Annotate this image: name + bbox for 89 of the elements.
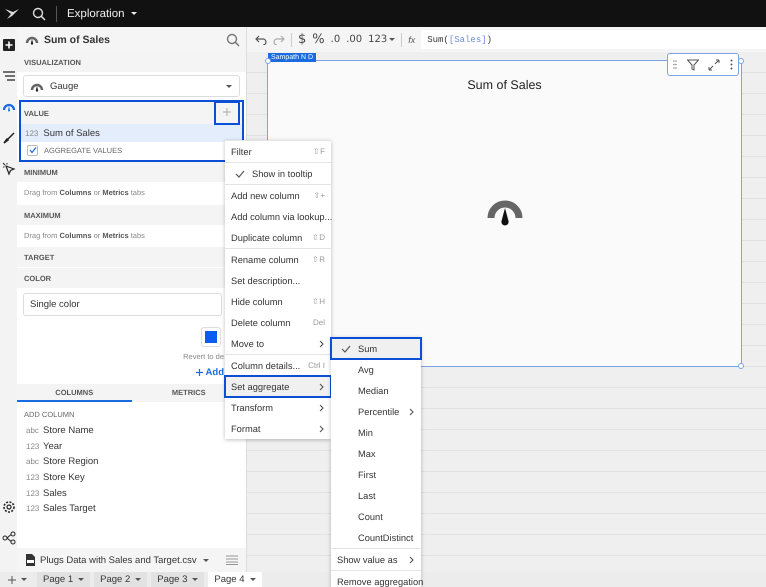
chart-title: Sum of Sales — [467, 78, 542, 92]
menu-item[interactable]: Remove aggregation — [331, 571, 421, 587]
workbook-mode-dropdown[interactable]: Exploration — [67, 8, 138, 20]
menu-item[interactable]: Rename column ⇧R — [225, 249, 331, 270]
drag-handle-icon[interactable] — [672, 60, 677, 69]
bird-logo-icon — [4, 6, 20, 20]
value-field-pill[interactable]: 123 Sum of Sales — [21, 124, 242, 142]
caret-icon — [202, 558, 210, 562]
page-tab[interactable]: Page 1 — [37, 572, 90, 587]
menu-item[interactable]: Median — [331, 380, 421, 401]
nodes-icon[interactable] — [2, 531, 16, 545]
increase-decimals-button[interactable]: .00 — [346, 34, 362, 45]
undo-icon[interactable] — [255, 34, 267, 44]
menu-item[interactable]: Max — [331, 443, 421, 464]
menu-item[interactable]: Last — [331, 485, 421, 506]
menu-item[interactable]: Min — [331, 422, 421, 443]
caret-icon — [21, 578, 27, 582]
menu-item[interactable]: Hide column ⇧H — [225, 291, 331, 312]
caret-icon — [135, 578, 142, 582]
csv-file-icon — [25, 554, 35, 566]
gauge-drawing — [486, 198, 522, 228]
caret-icon — [225, 84, 233, 88]
percent-button[interactable]: % — [312, 32, 325, 47]
menu-item[interactable]: Add new column ⇧+ — [225, 185, 331, 206]
chevron-right-icon — [319, 340, 325, 348]
column-item[interactable]: 123 Sales Target — [17, 500, 246, 517]
check-icon — [235, 168, 245, 178]
formula-label: fx — [408, 34, 416, 44]
menu-item[interactable]: First — [331, 464, 421, 485]
add-link[interactable]: Add — [196, 367, 224, 378]
column-item[interactable]: 123 Store Key — [17, 470, 246, 486]
aggregate-checkbox[interactable] — [27, 144, 38, 156]
menu-item[interactable]: Delete column Del — [225, 312, 331, 333]
plus-icon — [8, 576, 16, 584]
menu-item[interactable]: Percentile — [331, 401, 421, 422]
menu-item[interactable]: Show in tooltip — [225, 163, 331, 184]
caret-icon — [250, 578, 256, 582]
formula-field[interactable]: Sum([Sales]) — [421, 30, 766, 49]
menu-item[interactable]: Set description... — [225, 270, 331, 291]
chevron-right-icon — [319, 404, 325, 412]
gauge-icon — [25, 34, 39, 45]
color-swatch[interactable] — [201, 327, 221, 347]
menu-item[interactable]: Format — [225, 418, 331, 439]
menu-item[interactable]: Column details... Ctrl I — [225, 355, 331, 376]
panel-title: Sum of Sales — [44, 34, 111, 46]
menu-item[interactable]: Filter ⇧F — [225, 141, 331, 162]
menu-item[interactable]: Move to — [225, 333, 331, 354]
number-format-button[interactable]: 123 — [368, 34, 396, 45]
chevron-right-icon — [409, 556, 415, 564]
menu-item[interactable]: Avg — [331, 359, 421, 380]
menu-item[interactable]: Transform — [225, 397, 331, 418]
pointer-icon[interactable] — [2, 162, 16, 176]
more-icon[interactable] — [730, 59, 734, 70]
check-icon — [341, 344, 351, 354]
expand-icon[interactable] — [708, 58, 720, 70]
brush-icon[interactable] — [2, 131, 16, 145]
list-icon[interactable] — [226, 555, 238, 565]
page-tab[interactable]: Page 2 — [94, 572, 148, 587]
caret-icon — [192, 578, 198, 582]
filter-icon[interactable] — [686, 58, 699, 70]
add-icon[interactable] — [2, 38, 16, 52]
plus-icon — [223, 108, 231, 116]
menu-item[interactable]: Show value as — [331, 549, 421, 570]
search-icon[interactable] — [32, 6, 46, 20]
caret-icon — [389, 38, 396, 42]
caret-icon — [78, 578, 84, 582]
plus-icon — [196, 369, 203, 376]
menu-item[interactable]: Count — [331, 506, 421, 527]
page-tab[interactable]: Page 4 — [208, 572, 262, 587]
menu-icon[interactable] — [2, 69, 16, 83]
chevron-right-icon — [319, 382, 325, 390]
caret-icon — [130, 11, 138, 16]
visualization-dropdown[interactable]: Gauge — [23, 75, 240, 97]
color-mode-dropdown[interactable]: Single color — [23, 293, 222, 316]
column-item[interactable]: 123 Sales — [17, 485, 246, 501]
menu-item[interactable]: Add column via lookup... — [225, 206, 331, 227]
column-item[interactable]: abc Store Region — [17, 454, 246, 470]
column-item[interactable]: 123 Year — [17, 438, 246, 454]
menu-item[interactable]: Set aggregate — [225, 376, 331, 397]
page-tab[interactable]: Page 3 — [151, 572, 204, 587]
currency-button[interactable]: $ — [298, 32, 306, 47]
menu-item[interactable]: Sum — [331, 338, 421, 359]
check-icon — [28, 146, 36, 154]
settings-icon[interactable] — [2, 500, 16, 514]
menu-item[interactable]: Duplicate column ⇧D — [225, 227, 331, 248]
chevron-right-icon — [409, 408, 415, 416]
chevron-right-icon — [319, 424, 325, 432]
decrease-decimals-button[interactable]: .0 — [330, 34, 340, 45]
menu-item[interactable]: CountDistinct — [331, 527, 421, 548]
